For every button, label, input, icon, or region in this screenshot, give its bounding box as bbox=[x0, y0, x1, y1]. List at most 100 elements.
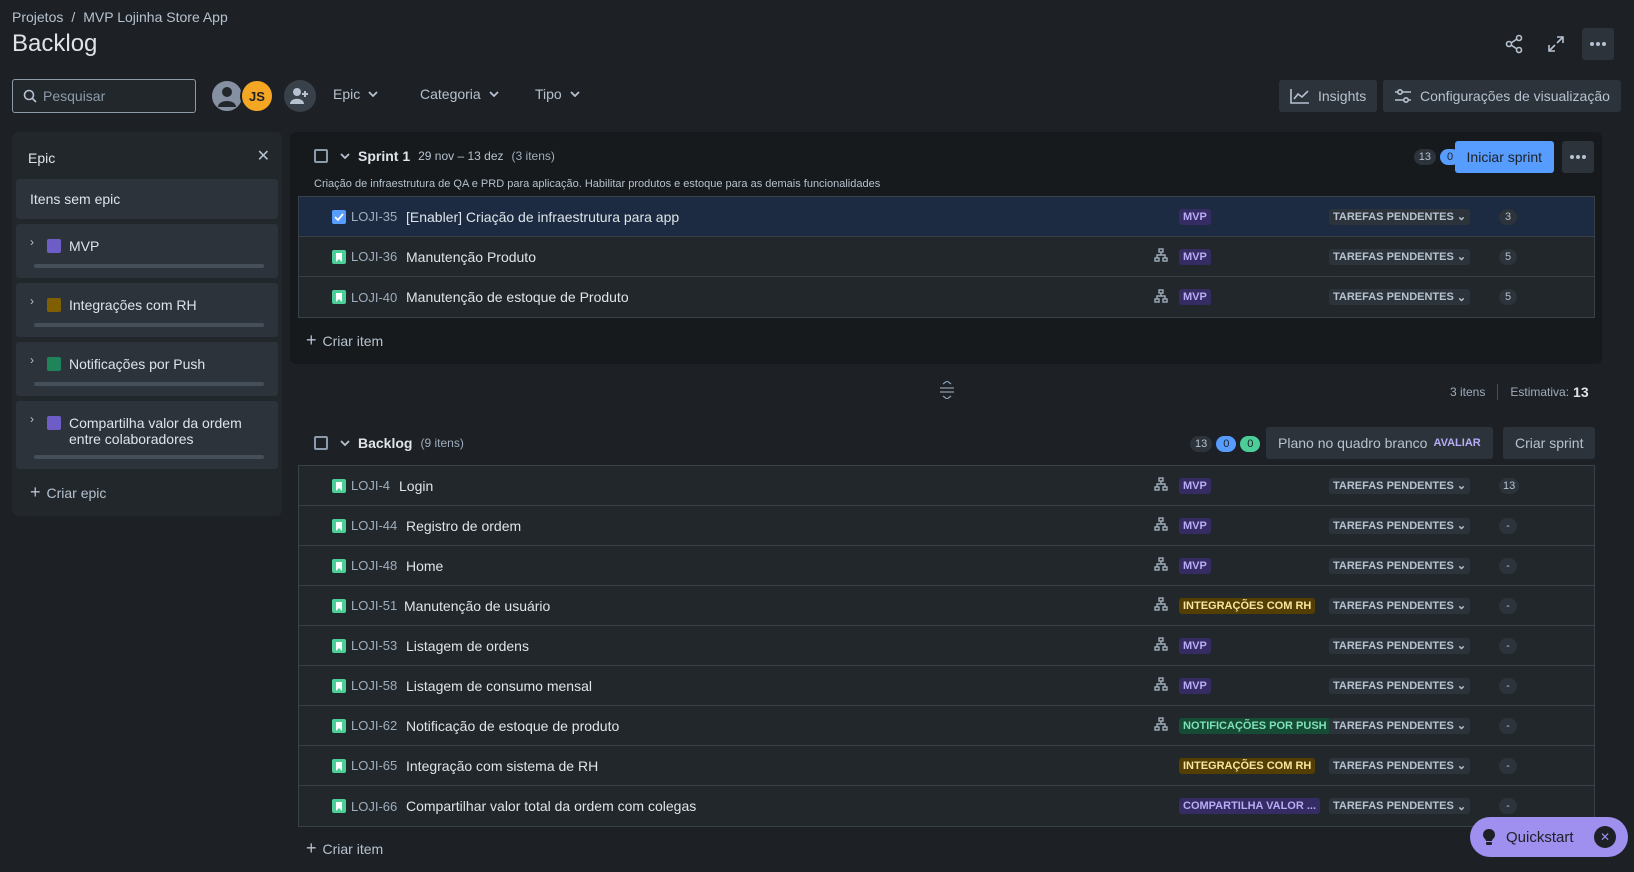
chevron-right-icon[interactable]: › bbox=[30, 294, 34, 308]
estimate-badge[interactable]: 13 bbox=[1499, 477, 1520, 494]
chevron-right-icon[interactable]: › bbox=[30, 353, 34, 367]
issue-summary[interactable]: Integração com sistema de RH bbox=[406, 758, 598, 774]
add-people-button[interactable] bbox=[284, 80, 316, 112]
issue-summary[interactable]: Login bbox=[399, 478, 433, 494]
status-dropdown[interactable]: TAREFAS PENDENTES ⌄ bbox=[1329, 757, 1471, 774]
status-dropdown[interactable]: TAREFAS PENDENTES ⌄ bbox=[1329, 517, 1471, 534]
insights-button[interactable]: Insights bbox=[1279, 80, 1378, 112]
filter-epic[interactable]: Epic bbox=[333, 86, 378, 102]
view-settings-button[interactable]: Configurações de visualização bbox=[1383, 80, 1621, 112]
table-row[interactable]: LOJI-65 Integração com sistema de RH INT… bbox=[299, 746, 1594, 786]
table-row[interactable]: LOJI-51 Manutenção de usuário INTEGRAÇÕE… bbox=[299, 586, 1594, 626]
status-dropdown[interactable]: TAREFAS PENDENTES ⌄ bbox=[1329, 717, 1471, 734]
filter-category[interactable]: Categoria bbox=[420, 86, 499, 102]
estimate-badge[interactable]: - bbox=[1499, 798, 1517, 814]
create-epic-button[interactable]: + Criar epic bbox=[30, 482, 106, 503]
sprint-more-icon[interactable] bbox=[1562, 141, 1594, 173]
issue-key[interactable]: LOJI-44 bbox=[351, 518, 397, 533]
issue-summary[interactable]: Listagem de consumo mensal bbox=[406, 678, 592, 694]
avatar-js[interactable]: JS bbox=[240, 79, 274, 113]
issue-key[interactable]: LOJI-66 bbox=[351, 799, 397, 814]
chevron-down-icon[interactable] bbox=[340, 440, 350, 446]
issue-key[interactable]: LOJI-4 bbox=[351, 478, 390, 493]
child-issues-icon[interactable] bbox=[1154, 717, 1168, 734]
child-issues-icon[interactable] bbox=[1154, 288, 1168, 306]
search-input[interactable] bbox=[43, 88, 193, 104]
estimate-badge[interactable]: - bbox=[1499, 717, 1517, 734]
filter-type[interactable]: Tipo bbox=[535, 86, 580, 102]
estimate-badge[interactable]: 3 bbox=[1499, 208, 1517, 225]
breadcrumb-project-link[interactable]: MVP Lojinha Store App bbox=[83, 9, 228, 25]
quickstart-button[interactable]: Quickstart ✕ bbox=[1470, 817, 1628, 857]
table-row[interactable]: LOJI-58 Listagem de consumo mensal MVP T… bbox=[299, 666, 1594, 706]
child-issues-icon[interactable] bbox=[1154, 517, 1168, 534]
issue-summary[interactable]: [Enabler] Criação de infraestrutura para… bbox=[406, 209, 679, 225]
estimate-badge[interactable]: 5 bbox=[1499, 289, 1517, 305]
estimate-badge[interactable]: - bbox=[1499, 757, 1517, 774]
chevron-right-icon[interactable]: › bbox=[30, 235, 34, 249]
table-row[interactable]: LOJI-48 Home MVP TAREFAS PENDENTES ⌄ - bbox=[299, 546, 1594, 586]
issue-key[interactable]: LOJI-48 bbox=[351, 558, 397, 573]
more-options-icon[interactable] bbox=[1582, 28, 1614, 60]
breadcrumb-projects-link[interactable]: Projetos bbox=[12, 9, 63, 25]
table-row[interactable]: LOJI-66 Compartilhar valor total da orde… bbox=[299, 786, 1594, 826]
issue-key[interactable]: LOJI-53 bbox=[351, 638, 397, 653]
status-dropdown[interactable]: TAREFAS PENDENTES ⌄ bbox=[1329, 248, 1471, 265]
status-dropdown[interactable]: TAREFAS PENDENTES ⌄ bbox=[1329, 677, 1471, 694]
avatar[interactable] bbox=[210, 79, 244, 113]
child-issues-icon[interactable] bbox=[1154, 557, 1168, 574]
sprint-select-checkbox[interactable] bbox=[314, 149, 328, 163]
estimate-badge[interactable]: - bbox=[1499, 517, 1517, 534]
resize-handle-icon[interactable] bbox=[939, 380, 955, 402]
create-sprint-button[interactable]: Criar sprint bbox=[1503, 427, 1596, 459]
close-icon[interactable]: ✕ bbox=[1594, 826, 1616, 848]
child-issues-icon[interactable] bbox=[1154, 597, 1168, 614]
estimate-badge[interactable]: 5 bbox=[1499, 248, 1517, 265]
issue-summary[interactable]: Compartilhar valor total da ordem com co… bbox=[406, 798, 696, 814]
share-icon[interactable] bbox=[1498, 28, 1530, 60]
issue-summary[interactable]: Listagem de ordens bbox=[406, 638, 529, 654]
issue-key[interactable]: LOJI-40 bbox=[351, 290, 397, 305]
epic-item-notificacoes-push[interactable]: › Notificações por Push bbox=[16, 342, 278, 396]
child-issues-icon[interactable] bbox=[1154, 477, 1168, 494]
status-dropdown[interactable]: TAREFAS PENDENTES ⌄ bbox=[1329, 557, 1471, 574]
estimate-badge[interactable]: - bbox=[1499, 677, 1517, 694]
epic-item-mvp[interactable]: › MVP bbox=[16, 224, 278, 278]
status-dropdown[interactable]: TAREFAS PENDENTES ⌄ bbox=[1329, 597, 1471, 614]
checkbox-checked-icon[interactable] bbox=[332, 210, 346, 224]
status-dropdown[interactable]: TAREFAS PENDENTES ⌄ bbox=[1329, 477, 1471, 494]
search-field[interactable] bbox=[12, 79, 196, 113]
table-row[interactable]: LOJI-62 Notificação de estoque de produt… bbox=[299, 706, 1594, 746]
close-icon[interactable]: ✕ bbox=[257, 146, 270, 166]
issue-summary[interactable]: Manutenção Produto bbox=[406, 249, 536, 265]
estimate-badge[interactable]: - bbox=[1499, 637, 1517, 654]
child-issues-icon[interactable] bbox=[1154, 677, 1168, 694]
status-dropdown[interactable]: TAREFAS PENDENTES ⌄ bbox=[1329, 637, 1471, 654]
issue-key[interactable]: LOJI-65 bbox=[351, 758, 397, 773]
issue-key[interactable]: LOJI-35 bbox=[351, 209, 397, 224]
table-row[interactable]: LOJI-36 Manutenção Produto MVP TAREFAS P… bbox=[299, 237, 1594, 277]
status-dropdown[interactable]: TAREFAS PENDENTES ⌄ bbox=[1329, 208, 1471, 225]
estimate-badge[interactable]: - bbox=[1499, 597, 1517, 614]
issue-key[interactable]: LOJI-36 bbox=[351, 249, 397, 264]
estimate-badge[interactable]: - bbox=[1499, 557, 1517, 574]
whiteboard-plan-button[interactable]: Plano no quadro branco AVALIAR bbox=[1266, 427, 1493, 459]
sprint-create-item-button[interactable]: + Criar item bbox=[306, 330, 383, 351]
issue-summary[interactable]: Manutenção de estoque de Produto bbox=[406, 289, 629, 305]
issue-summary[interactable]: Manutenção de usuário bbox=[404, 598, 550, 614]
epic-no-epic-item[interactable]: Itens sem epic bbox=[16, 179, 278, 219]
start-sprint-button[interactable]: Iniciar sprint bbox=[1454, 141, 1554, 173]
chevron-right-icon[interactable]: › bbox=[30, 412, 34, 426]
issue-summary[interactable]: Home bbox=[406, 558, 443, 574]
table-row[interactable]: LOJI-53 Listagem de ordens MVP TAREFAS P… bbox=[299, 626, 1594, 666]
fullscreen-icon[interactable] bbox=[1540, 28, 1572, 60]
table-row[interactable]: LOJI-40 Manutenção de estoque de Produto… bbox=[299, 277, 1594, 317]
issue-key[interactable]: LOJI-62 bbox=[351, 718, 397, 733]
backlog-select-checkbox[interactable] bbox=[314, 436, 328, 450]
epic-item-compartilha-valor[interactable]: › Compartilha valor da ordem entre colab… bbox=[16, 401, 278, 469]
table-row[interactable]: LOJI-35 [Enabler] Criação de infraestrut… bbox=[299, 197, 1594, 237]
issue-key[interactable]: LOJI-51 bbox=[351, 598, 397, 613]
status-dropdown[interactable]: TAREFAS PENDENTES ⌄ bbox=[1329, 798, 1471, 814]
issue-summary[interactable]: Registro de ordem bbox=[406, 518, 521, 534]
epic-item-integracoes-rh[interactable]: › Integrações com RH bbox=[16, 283, 278, 337]
